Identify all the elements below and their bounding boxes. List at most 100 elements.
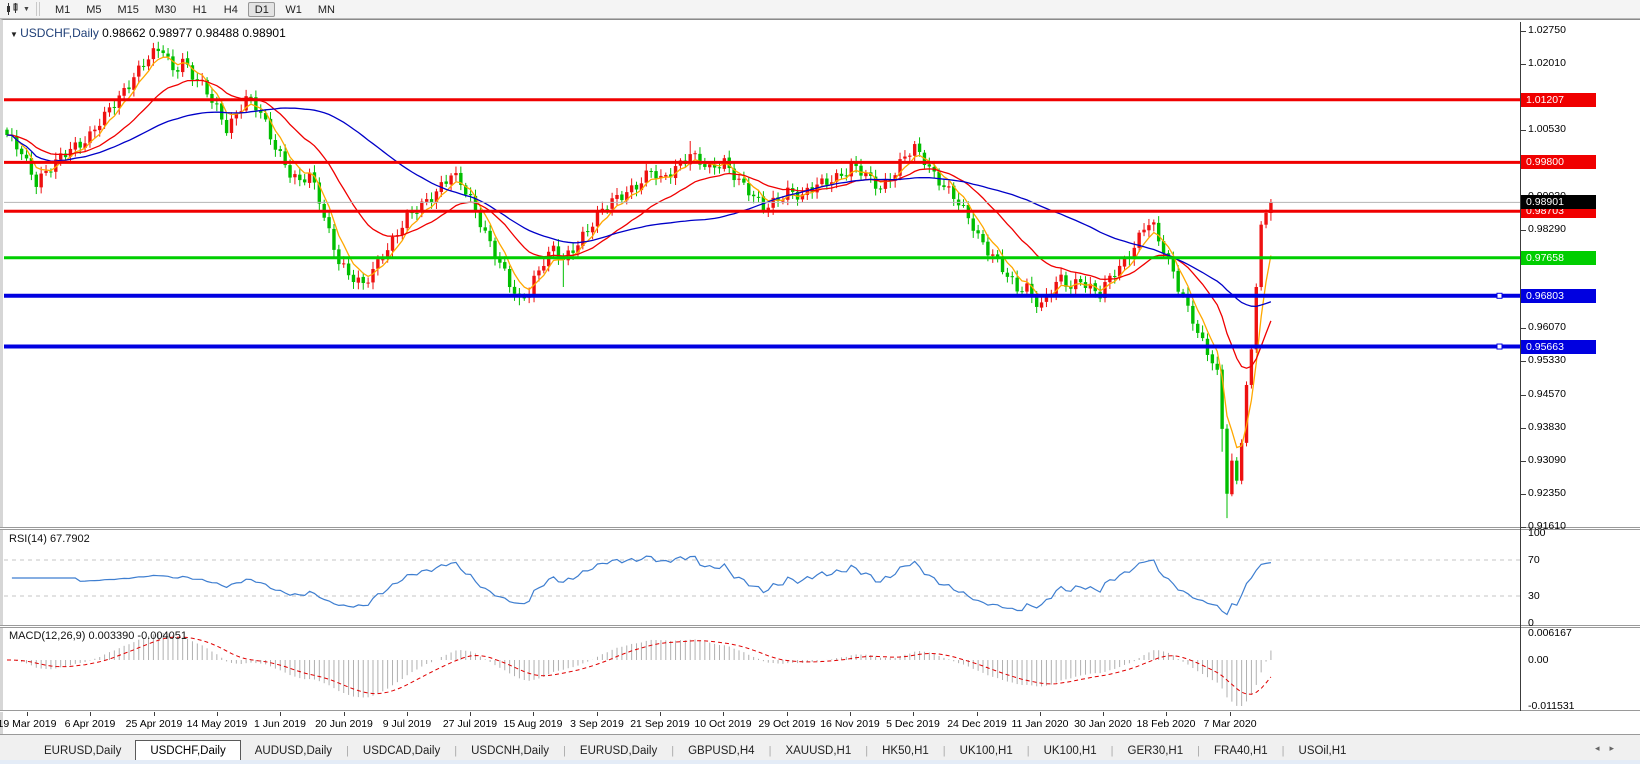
- price-tick-label: 0.94570: [1528, 388, 1566, 401]
- macd-scale-zero: 0.00: [1528, 654, 1548, 667]
- price-tick-label: 1.02010: [1528, 57, 1566, 70]
- macd-scale-max: 0.006167: [1528, 627, 1572, 640]
- timeframe-button-H1[interactable]: H1: [186, 2, 213, 17]
- pane-separator[interactable]: [0, 625, 1640, 628]
- price-level-label: 0.96803: [1521, 289, 1596, 303]
- rsi-line: [12, 556, 1271, 614]
- line-selection-handle: [1497, 293, 1502, 298]
- timeframe-button-M5[interactable]: M5: [80, 2, 107, 17]
- price-tick-label: 0.93830: [1528, 421, 1566, 434]
- price-tick-label: 1.00530: [1528, 123, 1566, 136]
- timeframe-button-M30[interactable]: M30: [149, 2, 182, 17]
- timeframe-toolbar: ▼ M1 M5 M15 M30 H1 H4 D1 W1 MN: [0, 0, 1640, 19]
- chart-tabs: EURUSD,DailyUSDCHF,DailyAUDUSD,Daily|USD…: [30, 738, 1360, 762]
- price-tick-label: 0.93090: [1528, 454, 1566, 467]
- chart-tab-UK100-H1[interactable]: UK100,H1: [946, 741, 1027, 762]
- toolbar-grip[interactable]: [36, 2, 41, 16]
- timeframe-buttons: M1 M5 M15 M30 H1 H4 D1 W1 MN: [47, 2, 343, 17]
- chart-tab-USDCHF-Daily[interactable]: USDCHF,Daily: [135, 740, 240, 762]
- price-tick-mark: [1521, 328, 1526, 329]
- date-tick-mark: [977, 712, 978, 716]
- macd-indicator-label: MACD(12,26,9) 0.003390 -0.004051: [9, 630, 187, 642]
- ohlc-close: 0.98901: [242, 26, 285, 40]
- chart-symbol: USDCHF,Daily: [20, 26, 99, 40]
- price-tick-label: 0.95330: [1528, 354, 1566, 367]
- price-level-label: 0.97658: [1521, 251, 1596, 265]
- current-price-label: 0.98901: [1521, 195, 1596, 209]
- timeframe-button-MN[interactable]: MN: [312, 2, 341, 17]
- date-tick-mark: [470, 712, 471, 716]
- chevron-down-icon[interactable]: ▼: [23, 6, 30, 13]
- price-tick-mark: [1521, 527, 1526, 528]
- chart-tab-EURUSD-Daily[interactable]: EURUSD,Daily: [30, 741, 135, 762]
- macd-pane-canvas[interactable]: [4, 629, 1520, 710]
- price-tick-mark: [1521, 230, 1526, 231]
- chart-tab-USDCNH-Daily[interactable]: USDCNH,Daily: [457, 741, 563, 762]
- macd-signal-line: [7, 637, 1271, 694]
- price-tick-mark: [1521, 494, 1526, 495]
- price-tick-mark: [1521, 130, 1526, 131]
- date-tick-mark: [1040, 712, 1041, 716]
- date-tick-mark: [723, 712, 724, 716]
- price-level-label: 0.99800: [1521, 155, 1596, 169]
- date-tick-mark: [597, 712, 598, 716]
- ma-line-20: [7, 81, 1271, 369]
- status-strip: [0, 760, 1640, 764]
- price-tick-mark: [1521, 461, 1526, 462]
- price-tick-label: 0.98290: [1528, 223, 1566, 236]
- price-tick-mark: [1521, 64, 1526, 65]
- price-level-label: 0.95663: [1521, 340, 1596, 354]
- chart-tab-FRA40-H1[interactable]: FRA40,H1: [1200, 741, 1282, 762]
- date-tick-mark: [407, 712, 408, 716]
- ma-line-5: [7, 57, 1271, 447]
- price-tick-mark: [1521, 361, 1526, 362]
- chart-tab-USOil-H1[interactable]: USOil,H1: [1285, 741, 1361, 762]
- main-chart-canvas[interactable]: [4, 22, 1520, 528]
- tab-scroll-right-icon[interactable]: ▸: [1609, 743, 1624, 753]
- chart-tab-USDCAD-Daily[interactable]: USDCAD,Daily: [349, 741, 454, 762]
- price-tick-mark: [1521, 395, 1526, 396]
- date-tick-mark: [1230, 712, 1231, 716]
- chart-tab-UK100-H1[interactable]: UK100,H1: [1030, 741, 1111, 762]
- ma-line-50: [7, 108, 1271, 306]
- date-tick-mark: [660, 712, 661, 716]
- ohlc-low: 0.98488: [196, 26, 239, 40]
- chart-tab-GBPUSD-H4[interactable]: GBPUSD,H4: [674, 741, 768, 762]
- date-axis-line: [0, 710, 1640, 712]
- chart-tab-GER30-H1[interactable]: GER30,H1: [1114, 741, 1198, 762]
- ohlc-open: 0.98662: [102, 26, 145, 40]
- chart-title: ▼ USDCHF,Daily 0.98662 0.98977 0.98488 0…: [10, 26, 286, 40]
- rsi-pane-canvas[interactable]: [4, 530, 1520, 625]
- rsi-scale-label: 30: [1528, 590, 1540, 603]
- chart-tab-XAUUSD-H1[interactable]: XAUUSD,H1: [771, 741, 865, 762]
- timeframe-button-D1[interactable]: D1: [248, 2, 275, 17]
- price-tick-mark: [1521, 31, 1526, 32]
- date-tick-mark: [787, 712, 788, 716]
- chart-mode-icon[interactable]: [3, 1, 23, 17]
- rsi-scale-label: 100: [1528, 527, 1546, 540]
- date-tick-mark: [1103, 712, 1104, 716]
- macd-scale-min: -0.011531: [1528, 700, 1575, 713]
- price-axis-line: [1520, 22, 1521, 711]
- rsi-scale-label: 70: [1528, 554, 1540, 567]
- chart-tab-EURUSD-Daily[interactable]: EURUSD,Daily: [566, 741, 671, 762]
- timeframe-button-M1[interactable]: M1: [49, 2, 76, 17]
- chart-tab-AUDUSD-Daily[interactable]: AUDUSD,Daily: [241, 741, 346, 762]
- chart-menu-caret-icon[interactable]: ▼: [10, 30, 20, 39]
- chart-tab-HK50-H1[interactable]: HK50,H1: [868, 741, 943, 762]
- date-tick-mark: [850, 712, 851, 716]
- tab-scroll-left-icon[interactable]: ◂: [1595, 743, 1610, 753]
- date-tick-mark: [27, 712, 28, 716]
- date-tick-mark: [1166, 712, 1167, 716]
- date-tick-mark: [344, 712, 345, 716]
- price-tick-mark: [1521, 428, 1526, 429]
- timeframe-button-W1[interactable]: W1: [279, 2, 308, 17]
- date-tick-mark: [533, 712, 534, 716]
- line-selection-handle: [1497, 344, 1502, 349]
- date-tick-mark: [154, 712, 155, 716]
- date-tick-mark: [90, 712, 91, 716]
- timeframe-button-M15[interactable]: M15: [112, 2, 145, 17]
- rsi-indicator-label: RSI(14) 67.7902: [9, 533, 90, 545]
- timeframe-button-H4[interactable]: H4: [217, 2, 244, 17]
- tab-scroll-arrows: ◂▸: [1595, 743, 1624, 754]
